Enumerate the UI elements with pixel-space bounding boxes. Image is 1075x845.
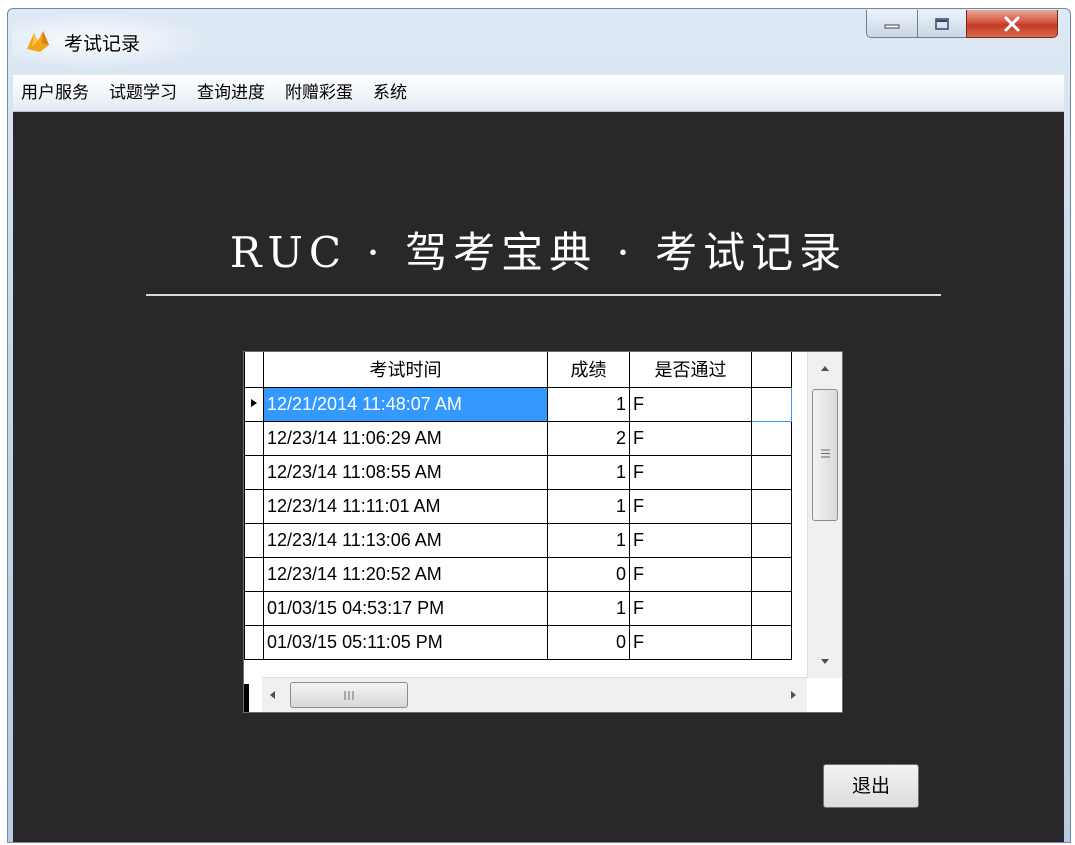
row-selector[interactable] bbox=[244, 386, 264, 422]
table-row[interactable]: 12/23/14 11:08:55 AM 1 F bbox=[244, 454, 792, 490]
title-bar[interactable]: 考试记录 bbox=[8, 9, 1070, 73]
row-header-corner bbox=[244, 352, 264, 388]
minimize-icon bbox=[884, 24, 900, 28]
table-row[interactable]: 12/23/14 11:11:01 AM 1 F bbox=[244, 488, 792, 524]
horizontal-scroll-thumb[interactable] bbox=[290, 682, 408, 708]
cell-time[interactable]: 12/23/14 11:06:29 AM bbox=[263, 420, 548, 456]
exit-button[interactable]: 退出 bbox=[823, 764, 919, 808]
records-table: 考试时间 成绩 是否通过 12/21/2014 11:48:07 AM 1 F bbox=[244, 352, 792, 660]
cell-time[interactable]: 01/03/15 05:11:05 PM bbox=[263, 624, 548, 660]
current-row-arrow-icon bbox=[251, 398, 257, 407]
grip-icon bbox=[821, 449, 830, 458]
maximize-button[interactable] bbox=[917, 10, 967, 38]
table-row[interactable]: 12/23/14 11:20:52 AM 0 F bbox=[244, 556, 792, 592]
row-selector[interactable] bbox=[244, 454, 264, 490]
menu-question-study[interactable]: 试题学习 bbox=[101, 75, 185, 111]
cell-blank[interactable] bbox=[751, 454, 792, 490]
cell-score[interactable]: 1 bbox=[547, 522, 630, 558]
exam-records-grid[interactable]: 考试时间 成绩 是否通过 12/21/2014 11:48:07 AM 1 F bbox=[243, 351, 843, 713]
header-row: 考试时间 成绩 是否通过 bbox=[244, 352, 792, 388]
cell-time[interactable]: 12/23/14 11:13:06 AM bbox=[263, 522, 548, 558]
vertical-scrollbar[interactable] bbox=[807, 352, 842, 678]
cell-score[interactable]: 1 bbox=[547, 488, 630, 524]
scroll-left-arrow-icon[interactable] bbox=[268, 689, 276, 701]
close-icon bbox=[1004, 16, 1020, 31]
menu-system[interactable]: 系统 bbox=[365, 75, 415, 111]
grip-icon bbox=[344, 691, 354, 700]
scroll-right-arrow-icon[interactable] bbox=[790, 689, 798, 701]
maximize-icon bbox=[935, 17, 949, 30]
cell-passed[interactable]: F bbox=[629, 590, 752, 626]
row-header-marker bbox=[244, 684, 249, 712]
cell-time[interactable]: 12/23/14 11:08:55 AM bbox=[263, 454, 548, 490]
column-header-passed[interactable]: 是否通过 bbox=[629, 352, 752, 388]
cell-score[interactable]: 1 bbox=[547, 590, 630, 626]
app-logo-icon bbox=[27, 31, 49, 52]
cell-blank[interactable] bbox=[751, 488, 792, 524]
table-row[interactable]: 12/21/2014 11:48:07 AM 1 F bbox=[244, 386, 792, 422]
row-selector[interactable] bbox=[244, 590, 264, 626]
close-button[interactable] bbox=[966, 10, 1058, 38]
cell-score[interactable]: 2 bbox=[547, 420, 630, 456]
cell-blank[interactable] bbox=[751, 522, 792, 558]
cell-blank[interactable] bbox=[751, 556, 792, 592]
cell-blank[interactable] bbox=[751, 420, 792, 456]
menu-user-services[interactable]: 用户服务 bbox=[13, 75, 97, 111]
scroll-up-arrow-icon[interactable] bbox=[819, 364, 831, 372]
column-header-score[interactable]: 成绩 bbox=[547, 352, 630, 388]
cell-score[interactable]: 0 bbox=[547, 624, 630, 660]
table-row[interactable]: 01/03/15 05:11:05 PM 0 F bbox=[244, 624, 792, 660]
cell-passed[interactable]: F bbox=[629, 556, 752, 592]
table-row[interactable]: 01/03/15 04:53:17 PM 1 F bbox=[244, 590, 792, 626]
cell-passed[interactable]: F bbox=[629, 454, 752, 490]
cell-time[interactable]: 01/03/15 04:53:17 PM bbox=[263, 590, 548, 626]
cell-passed[interactable]: F bbox=[629, 386, 752, 422]
cell-passed[interactable]: F bbox=[629, 420, 752, 456]
minimize-button[interactable] bbox=[866, 10, 918, 38]
table-row[interactable]: 12/23/14 11:13:06 AM 1 F bbox=[244, 522, 792, 558]
scroll-down-arrow-icon[interactable] bbox=[819, 658, 831, 666]
page-title: RUC · 驾考宝典 · 考试记录 bbox=[229, 228, 848, 277]
menu-bar: 用户服务 试题学习 查询进度 附赠彩蛋 系统 bbox=[13, 75, 1064, 112]
cell-passed[interactable]: F bbox=[629, 522, 752, 558]
column-header-time[interactable]: 考试时间 bbox=[263, 352, 548, 388]
cell-blank[interactable] bbox=[751, 624, 792, 660]
row-selector[interactable] bbox=[244, 420, 264, 456]
client-area: RUC · 驾考宝典 · 考试记录 考试时间 成绩 是否通过 12/21/201… bbox=[13, 112, 1064, 842]
row-selector[interactable] bbox=[244, 522, 264, 558]
column-header-blank bbox=[751, 352, 792, 388]
cell-blank[interactable] bbox=[751, 386, 792, 422]
cell-score[interactable]: 1 bbox=[547, 386, 630, 422]
table-row[interactable]: 12/23/14 11:06:29 AM 2 F bbox=[244, 420, 792, 456]
row-selector[interactable] bbox=[244, 556, 264, 592]
title-divider bbox=[146, 294, 941, 296]
main-window: 考试记录 用户服务 试题学习 查询进度 附赠彩蛋 系统 RUC · 驾考宝典 ·… bbox=[7, 8, 1071, 843]
cell-score[interactable]: 0 bbox=[547, 556, 630, 592]
row-selector[interactable] bbox=[244, 488, 264, 524]
horizontal-scrollbar[interactable] bbox=[262, 677, 807, 712]
window-title: 考试记录 bbox=[64, 33, 141, 55]
cell-passed[interactable]: F bbox=[629, 488, 752, 524]
cell-passed[interactable]: F bbox=[629, 624, 752, 660]
cell-time[interactable]: 12/23/14 11:20:52 AM bbox=[263, 556, 548, 592]
menu-bonus-easter-egg[interactable]: 附赠彩蛋 bbox=[277, 75, 361, 111]
vertical-scroll-thumb[interactable] bbox=[812, 389, 838, 521]
cell-time[interactable]: 12/23/14 11:11:01 AM bbox=[263, 488, 548, 524]
cell-score[interactable]: 1 bbox=[547, 454, 630, 490]
cell-time[interactable]: 12/21/2014 11:48:07 AM bbox=[263, 386, 548, 422]
menu-query-progress[interactable]: 查询进度 bbox=[189, 75, 273, 111]
row-selector[interactable] bbox=[244, 624, 264, 660]
cell-blank[interactable] bbox=[751, 590, 792, 626]
